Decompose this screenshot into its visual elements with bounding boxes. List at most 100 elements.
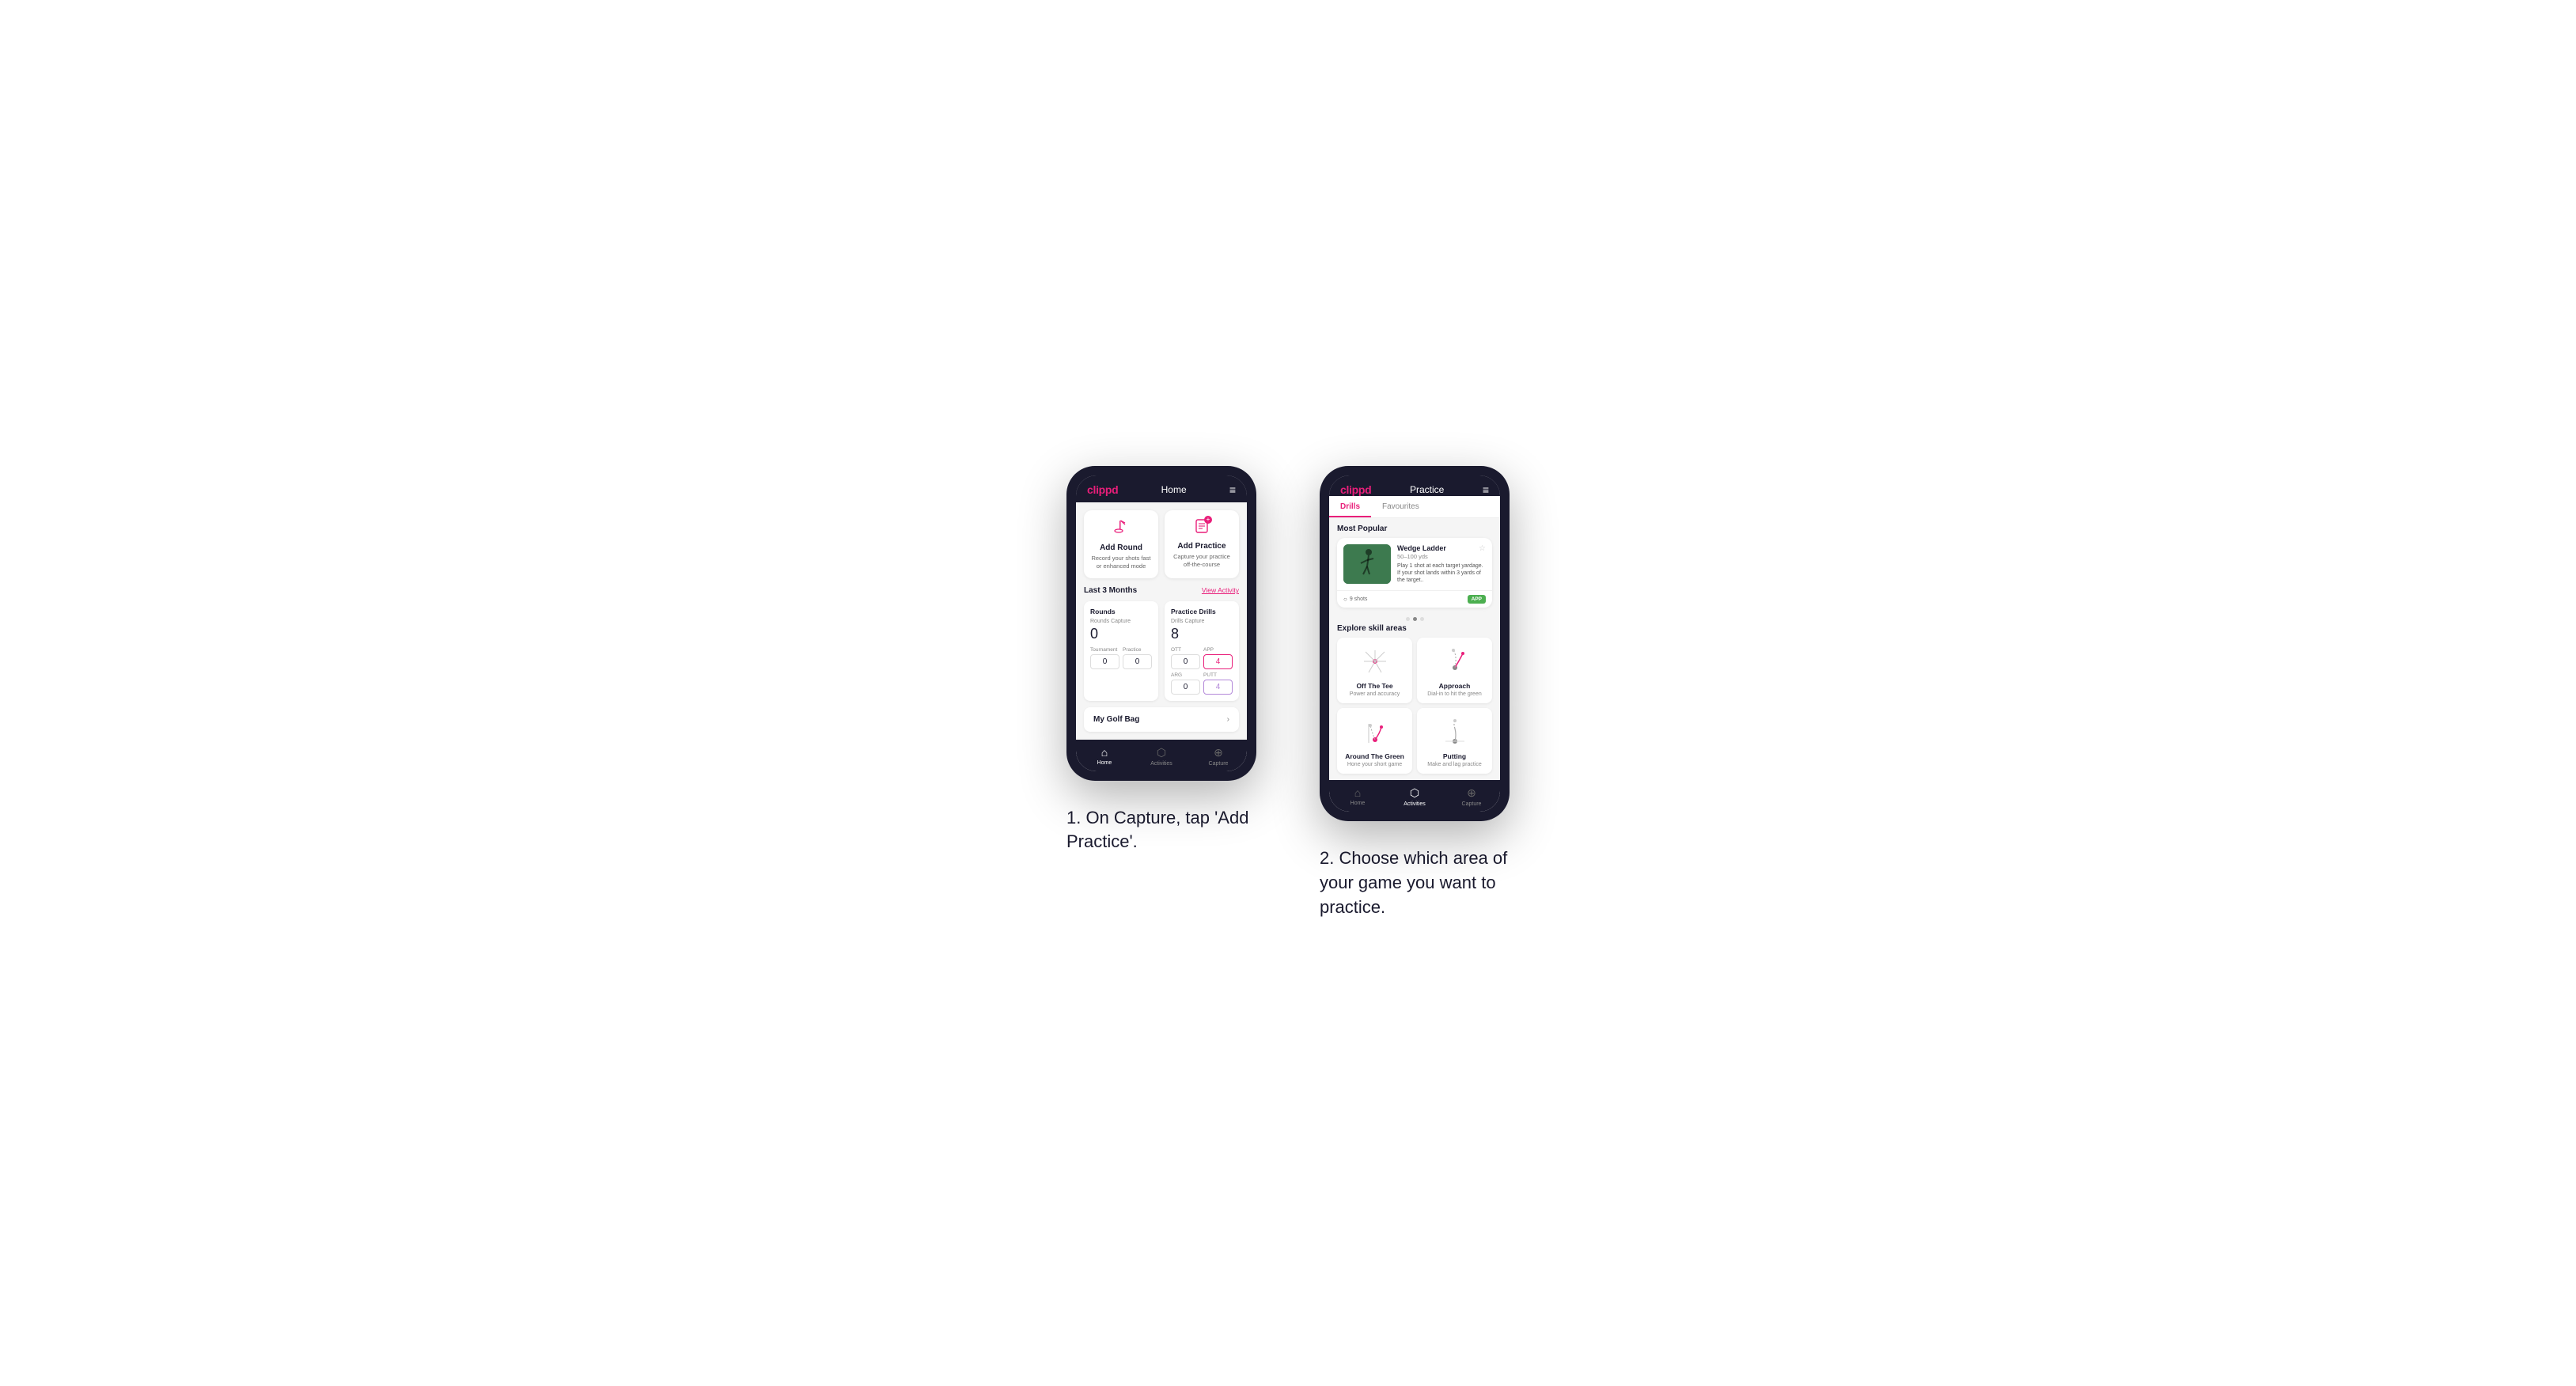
drill-card[interactable]: Wedge Ladder ☆ 50–100 yds Play 1 shot at… [1337,538,1492,608]
tournament-label: Tournament [1090,647,1119,653]
add-round-card[interactable]: Add Round Record your shots fast or enha… [1084,510,1158,578]
ott-col: OTT 0 [1171,647,1200,669]
tab-drills[interactable]: Drills [1329,496,1371,517]
menu-icon-1[interactable]: ≡ [1229,483,1236,496]
tournament-value: 0 [1090,654,1119,669]
add-round-icon [1090,518,1152,540]
tab-favourites[interactable]: Favourites [1371,496,1430,517]
nav-activities-1[interactable]: ⬡ Activities [1133,746,1190,767]
my-golf-bag-label: My Golf Bag [1093,715,1139,724]
skill-card-off-the-tee[interactable]: Off The Tee Power and accuracy [1337,638,1412,703]
capture-icon-1: ⊕ [1214,746,1223,759]
phone1-section: clippd Home ≡ [1066,466,1256,854]
caption-2: 2. Choose which area of your game you wa… [1320,846,1510,919]
phone1-bottom-nav: ⌂ Home ⬡ Activities ⊕ Capture [1076,740,1247,771]
skill-card-approach[interactable]: Approach Dial-in to hit the green [1417,638,1492,703]
add-practice-desc: Capture your practice off-the-course [1171,553,1233,569]
activities-icon-2: ⬡ [1410,786,1419,800]
drill-info: Wedge Ladder ☆ 50–100 yds Play 1 shot at… [1397,544,1486,584]
action-cards: Add Round Record your shots fast or enha… [1084,510,1239,578]
practice-stat: Practice 0 [1123,647,1152,669]
activities-icon-1: ⬡ [1157,746,1166,759]
stats-row: Rounds Rounds Capture 0 Tournament 0 Pra… [1084,601,1239,701]
home-label-2: Home [1351,801,1366,806]
phone1-frame: clippd Home ≡ [1066,466,1256,781]
putt-value: 4 [1203,680,1233,695]
app-logo-2: clippd [1340,483,1371,496]
app-badge: APP [1468,595,1486,604]
practice-label: Practice [1123,647,1152,653]
header-title-1: Home [1161,484,1187,495]
star-icon[interactable]: ☆ [1479,544,1486,553]
app-label: APP [1203,647,1233,653]
home-label-1: Home [1097,760,1112,766]
skill-card-putting[interactable]: Putting Make and lag practice [1417,708,1492,774]
skill-name-ott: Off The Tee [1343,682,1406,690]
drills-title: Practice Drills [1171,608,1233,615]
practice-content: Most Popular [1329,518,1500,774]
badge-plus: + [1204,516,1212,524]
off-the-tee-visual [1358,644,1392,679]
drill-name: Wedge Ladder [1397,544,1446,552]
dot-2 [1413,617,1417,621]
add-practice-title: Add Practice [1171,542,1233,551]
atg-visual [1358,714,1392,749]
nav-activities-2[interactable]: ⬡ Activities [1386,786,1443,807]
caption-1: 1. On Capture, tap 'Add Practice'. [1066,806,1256,855]
menu-icon-2[interactable]: ≡ [1483,483,1489,496]
shots-info: ○ 9 shots [1343,596,1367,603]
arg-value: 0 [1171,680,1200,695]
app-logo-1: clippd [1087,483,1118,496]
skill-card-atg[interactable]: Around The Green Hone your short game [1337,708,1412,774]
dots-indicator [1337,614,1492,624]
activities-label-1: Activities [1150,761,1172,767]
drill-yardage: 50–100 yds [1397,553,1486,560]
drills-box: Practice Drills Drills Capture 8 OTT 0 A… [1165,601,1239,701]
skill-name-approach: Approach [1423,682,1486,690]
drills-capture-value: 8 [1171,626,1233,642]
drill-footer: ○ 9 shots APP [1337,590,1492,608]
my-golf-bag-row[interactable]: My Golf Bag › [1084,707,1239,732]
last-months-section: Last 3 Months View Activity [1084,586,1239,595]
putt-label: PUTT [1203,672,1233,678]
ott-label: OTT [1171,647,1200,653]
shots-count: 9 shots [1350,596,1368,602]
skill-desc-putting: Make and lag practice [1423,762,1486,767]
putting-visual [1438,714,1472,749]
drills-sub-stats-2: ARG 0 PUTT 4 [1171,672,1233,695]
drill-thumbnail [1343,544,1391,584]
skill-desc-approach: Dial-in to hit the green [1423,691,1486,697]
home-icon-2: ⌂ [1354,786,1361,799]
activities-label-2: Activities [1404,801,1426,807]
skill-name-atg: Around The Green [1343,752,1406,760]
nav-capture-1[interactable]: ⊕ Capture [1190,746,1247,767]
nav-home-2[interactable]: ⌂ Home [1329,786,1386,807]
nav-home-1[interactable]: ⌂ Home [1076,746,1133,767]
drill-desc: Play 1 shot at each target yardage. If y… [1397,562,1486,584]
add-practice-card[interactable]: + Add Practice Capture your practice off… [1165,510,1239,578]
practice-value: 0 [1123,654,1152,669]
phone2-section: clippd Practice ≡ Drills Favourites Most… [1320,466,1510,920]
arg-col: ARG 0 [1171,672,1200,695]
rounds-title: Rounds [1090,608,1152,615]
view-activity-link[interactable]: View Activity [1202,586,1239,594]
practice-tabs: Drills Favourites [1329,496,1500,518]
skill-desc-ott: Power and accuracy [1343,691,1406,697]
rounds-capture-label: Rounds Capture [1090,619,1152,624]
phone2-bottom-nav: ⌂ Home ⬡ Activities ⊕ Capture [1329,780,1500,812]
capture-icon-2: ⊕ [1467,786,1476,800]
nav-capture-2[interactable]: ⊕ Capture [1443,786,1500,807]
home-content: Add Round Record your shots fast or enha… [1076,502,1247,732]
rounds-box: Rounds Rounds Capture 0 Tournament 0 Pra… [1084,601,1158,701]
arg-label: ARG [1171,672,1200,678]
add-round-title: Add Round [1090,543,1152,552]
skill-grid: Off The Tee Power and accuracy [1337,638,1492,774]
drills-sub-stats: OTT 0 APP 4 [1171,647,1233,669]
dot-1 [1406,617,1410,621]
tournament-stat: Tournament 0 [1090,647,1119,669]
home-icon-1: ⌂ [1101,746,1108,759]
phone1-header: clippd Home ≡ [1076,475,1247,502]
explore-title: Explore skill areas [1337,624,1492,633]
putt-col: PUTT 4 [1203,672,1233,695]
clock-icon: ○ [1343,596,1347,603]
